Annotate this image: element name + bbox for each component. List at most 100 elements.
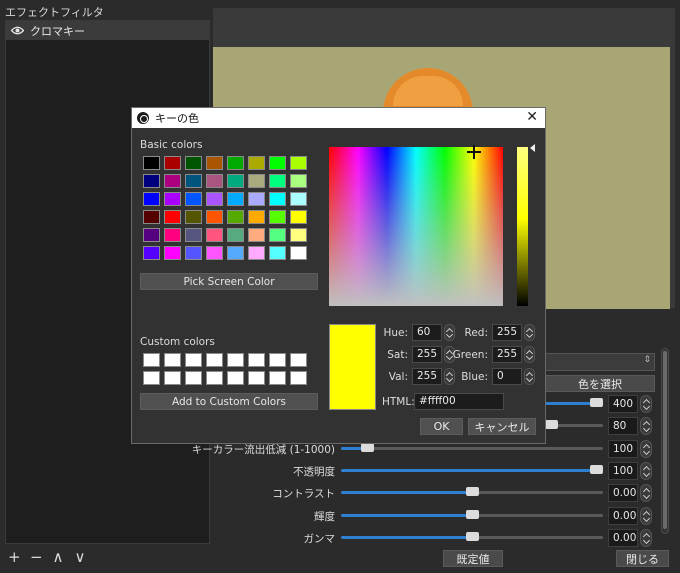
spin-arrows-icon[interactable] [640,507,652,525]
basic-color-swatch[interactable] [269,174,286,188]
basic-color-swatch[interactable] [143,192,160,206]
custom-color-swatch[interactable] [227,353,244,367]
slider-handle[interactable] [590,465,603,474]
basic-color-swatch[interactable] [227,210,244,224]
contrast-value[interactable]: 0.00 [608,484,638,502]
basic-color-swatch[interactable] [164,246,181,260]
custom-color-swatch[interactable] [143,371,160,385]
basic-color-swatch[interactable] [185,228,202,242]
custom-color-swatch[interactable] [248,353,265,367]
custom-color-swatch[interactable] [269,371,286,385]
custom-color-swatch[interactable] [206,353,223,367]
basic-color-swatch[interactable] [248,174,265,188]
add-to-custom-colors-button[interactable]: Add to Custom Colors [140,393,318,410]
spill-slider[interactable] [341,443,603,452]
custom-color-swatch[interactable] [227,371,244,385]
basic-color-swatch[interactable] [206,192,223,206]
opacity-slider[interactable] [341,465,603,474]
custom-color-swatch[interactable] [206,371,223,385]
basic-color-swatch[interactable] [164,192,181,206]
basic-color-swatch[interactable] [227,246,244,260]
close-button[interactable]: 閉じる [616,550,669,567]
defaults-button[interactable]: 既定値 [443,550,503,567]
custom-color-swatch[interactable] [164,371,181,385]
basic-color-swatch[interactable] [290,228,307,242]
contrast-slider[interactable] [341,487,603,496]
html-color-input[interactable]: #ffff00 [414,393,504,410]
spin-arrows-icon[interactable] [640,440,652,458]
green-spin-icon[interactable] [524,346,535,363]
gamma-slider[interactable] [341,532,603,541]
basic-color-swatch[interactable] [164,210,181,224]
basic-color-swatch[interactable] [206,228,223,242]
select-color-button[interactable]: 色を選択 [545,375,655,392]
slider-handle[interactable] [545,420,558,429]
spin-arrows-icon[interactable] [640,462,652,480]
custom-color-swatch[interactable] [269,353,286,367]
basic-color-swatch[interactable] [185,156,202,170]
green-input[interactable]: 255 [492,346,522,363]
basic-color-swatch[interactable] [227,228,244,242]
close-icon[interactable]: ✕ [526,110,538,125]
basic-color-swatch[interactable] [248,156,265,170]
filter-item-chroma-key[interactable]: クロマキー [6,21,209,40]
basic-color-swatch[interactable] [143,156,160,170]
value-slider-arrow-icon[interactable] [530,144,535,152]
custom-color-swatch[interactable] [164,353,181,367]
basic-color-swatch[interactable] [185,210,202,224]
key-color-type-dropdown[interactable]: ⇕ [545,353,655,371]
custom-color-swatch[interactable] [248,371,265,385]
slider-handle[interactable] [590,398,603,407]
basic-color-swatch[interactable] [290,174,307,188]
basic-color-swatch[interactable] [248,192,265,206]
basic-color-swatch[interactable] [143,246,160,260]
brightness-value[interactable]: 0.00 [608,507,638,525]
similarity-value[interactable]: 400 [608,395,638,413]
pick-screen-color-button[interactable]: Pick Screen Color [140,273,318,290]
basic-color-swatch[interactable] [290,156,307,170]
basic-color-swatch[interactable] [248,228,265,242]
basic-color-swatch[interactable] [206,246,223,260]
spin-arrows-icon[interactable] [640,484,652,502]
add-filter-icon[interactable]: + [8,550,21,565]
spin-arrows-icon[interactable] [640,529,652,547]
slider-handle[interactable] [466,510,479,519]
basic-color-swatch[interactable] [248,210,265,224]
basic-color-swatch[interactable] [206,156,223,170]
basic-color-swatch[interactable] [164,174,181,188]
custom-color-swatch[interactable] [290,371,307,385]
sat-input[interactable]: 255 [412,346,442,363]
cancel-button[interactable]: キャンセル [468,418,536,435]
basic-color-swatch[interactable] [269,246,286,260]
basic-color-swatch[interactable] [227,156,244,170]
basic-color-swatch[interactable] [269,228,286,242]
custom-color-swatch[interactable] [290,353,307,367]
basic-color-swatch[interactable] [290,192,307,206]
basic-color-swatch[interactable] [227,192,244,206]
spill-value[interactable]: 100 [608,440,638,458]
brightness-slider[interactable] [341,510,603,519]
basic-color-swatch[interactable] [164,228,181,242]
hue-saturation-spectrum[interactable] [329,147,503,306]
val-input[interactable]: 255 [412,368,442,385]
basic-color-swatch[interactable] [248,246,265,260]
smoothness-value[interactable]: 80 [608,417,638,435]
red-spin-icon[interactable] [524,324,535,341]
basic-color-swatch[interactable] [206,174,223,188]
basic-color-swatch[interactable] [143,228,160,242]
blue-spin-icon[interactable] [524,368,535,385]
slider-handle[interactable] [466,487,479,496]
move-up-icon[interactable]: ∧ [52,550,64,565]
spin-arrows-icon[interactable] [640,417,652,435]
custom-color-swatch[interactable] [143,353,160,367]
basic-color-swatch[interactable] [269,210,286,224]
custom-color-swatch[interactable] [185,353,202,367]
remove-filter-icon[interactable]: − [30,550,43,565]
basic-color-swatch[interactable] [143,174,160,188]
basic-color-swatch[interactable] [290,210,307,224]
value-slider[interactable] [517,147,528,306]
eye-icon[interactable] [11,26,24,35]
basic-color-swatch[interactable] [143,210,160,224]
custom-color-swatch[interactable] [185,371,202,385]
dialog-titlebar[interactable]: キーの色 ✕ [132,108,545,128]
